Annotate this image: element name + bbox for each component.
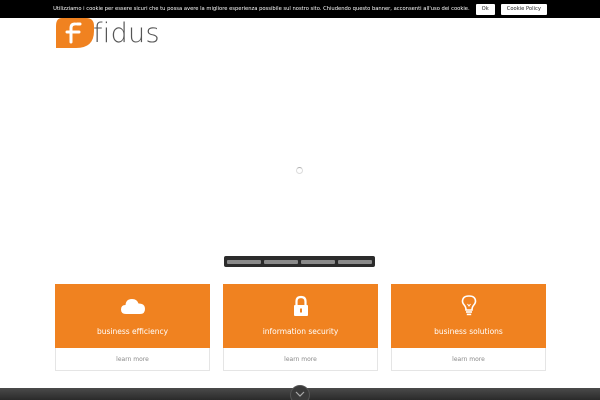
- slider-bullet-4[interactable]: [338, 259, 372, 264]
- feature-header[interactable]: information security: [223, 284, 378, 348]
- cloud-icon: [120, 295, 146, 317]
- learn-more-link[interactable]: learn more: [116, 356, 149, 363]
- site-logo[interactable]: fidus: [56, 18, 160, 48]
- page: Utilizziamo i cookie per essere sicuri c…: [0, 0, 600, 400]
- feature-box-information-security: information security learn more: [223, 284, 378, 371]
- slider-bullet-1[interactable]: [227, 259, 261, 264]
- feature-box-business-efficiency: business efficiency learn more: [55, 284, 210, 371]
- slider-bullet-2[interactable]: [264, 259, 298, 264]
- logo-text: fidus: [93, 18, 160, 49]
- feature-box-business-solutions: business solutions learn more: [391, 284, 546, 371]
- scroll-down-button[interactable]: [290, 385, 310, 400]
- chevron-down-icon: [295, 391, 305, 397]
- feature-header[interactable]: business efficiency: [55, 284, 210, 348]
- feature-footer: learn more: [223, 348, 378, 371]
- feature-header[interactable]: business solutions: [391, 284, 546, 348]
- feature-title: business solutions: [434, 327, 503, 336]
- cookie-policy-button[interactable]: Cookie Policy: [500, 3, 547, 15]
- logo-mark-icon: [56, 18, 94, 48]
- feature-footer: learn more: [391, 348, 546, 371]
- feature-title: information security: [262, 327, 339, 336]
- slider-bullet-3[interactable]: [301, 259, 335, 264]
- loading-spinner-icon: [296, 167, 303, 174]
- feature-title: business efficiency: [96, 327, 169, 336]
- lock-icon: [292, 295, 310, 317]
- learn-more-link[interactable]: learn more: [284, 356, 317, 363]
- cookie-banner-text: Utilizziamo i cookie per essere sicuri c…: [53, 6, 470, 12]
- lightbulb-icon: [461, 295, 477, 317]
- cookie-banner: Utilizziamo i cookie per essere sicuri c…: [0, 0, 600, 18]
- learn-more-link[interactable]: learn more: [452, 356, 485, 363]
- feature-footer: learn more: [55, 348, 210, 371]
- cookie-ok-button[interactable]: Ok: [475, 3, 495, 15]
- slider-navigation: [224, 256, 375, 267]
